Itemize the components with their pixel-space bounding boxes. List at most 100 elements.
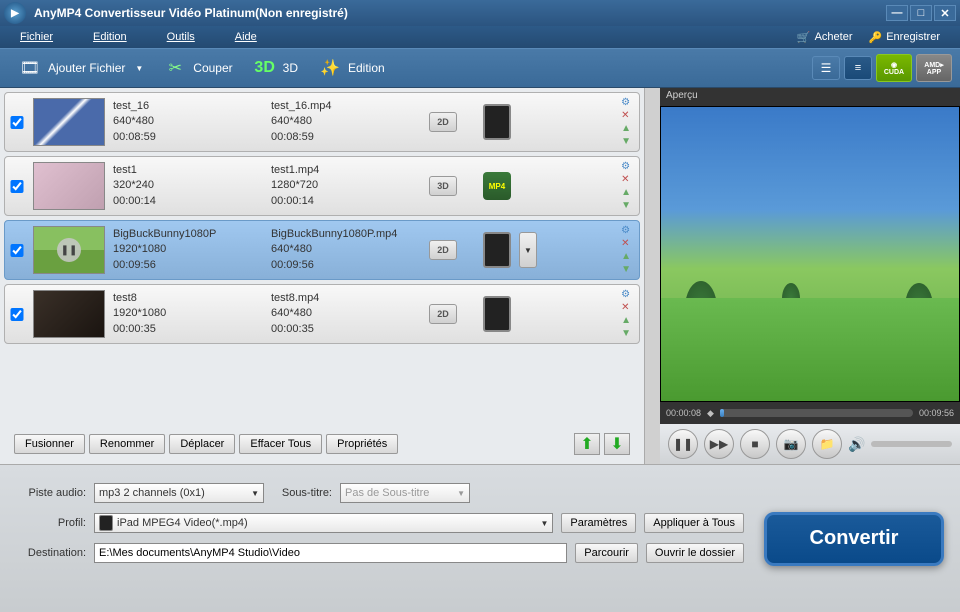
clear-all-button[interactable]: Effacer Tous	[239, 434, 322, 454]
cut-button[interactable]: ✂ Couper	[153, 52, 242, 84]
audio-label: Piste audio:	[16, 487, 86, 499]
row-up-icon[interactable]: ▲	[621, 315, 631, 326]
close-button[interactable]: ✕	[934, 5, 956, 21]
device-dropdown[interactable]: ▼	[519, 232, 537, 268]
3d-button[interactable]: 3D 3D	[243, 52, 308, 84]
delete-icon[interactable]: ✕	[621, 302, 631, 313]
key-icon: 🔑	[869, 31, 883, 44]
apply-all-button[interactable]: Appliquer à Tous	[644, 513, 744, 533]
move-button[interactable]: Déplacer	[169, 434, 235, 454]
preview-controls: ❚❚ ▶▶ ■ 📷 📁 🔊	[660, 424, 960, 464]
browse-button[interactable]: Parcourir	[575, 543, 638, 563]
row-checkbox[interactable]	[9, 308, 25, 321]
convert-button[interactable]: Convertir	[764, 512, 944, 566]
view-list-button[interactable]: ☰	[812, 56, 840, 80]
register-link[interactable]: 🔑Enregistrer	[869, 31, 941, 44]
app-logo-icon: ▶	[4, 2, 26, 24]
minimize-button[interactable]: —	[886, 5, 908, 21]
gear-icon[interactable]: ⚙	[621, 97, 631, 108]
camera-icon: 📷	[784, 437, 799, 451]
dimension-badge[interactable]: 3D	[429, 176, 457, 196]
row-up-icon[interactable]: ▲	[621, 187, 631, 198]
time-total: 00:09:56	[919, 408, 954, 418]
gear-icon[interactable]: ⚙	[621, 161, 631, 172]
volume-icon[interactable]: 🔊	[848, 436, 865, 453]
list-row[interactable]: ❚❚BigBuckBunny1080P1920*108000:09:56BigB…	[4, 220, 640, 280]
row-down-icon[interactable]: ▼	[621, 200, 631, 211]
row-checkbox[interactable]	[9, 180, 25, 193]
profile-select[interactable]: iPad MPEG4 Video(*.mp4)▼	[94, 513, 553, 533]
row-checkbox[interactable]	[9, 244, 25, 257]
list-row[interactable]: test_16640*48000:08:59test_16.mp4640*480…	[4, 92, 640, 152]
delete-icon[interactable]: ✕	[621, 174, 631, 185]
menu-help[interactable]: Aide	[235, 31, 257, 43]
cube-3d-icon: 3D	[253, 56, 277, 80]
properties-button[interactable]: Propriétés	[326, 434, 398, 454]
buy-link[interactable]: 🛒Acheter	[797, 31, 853, 44]
audio-select[interactable]: mp3 2 channels (0x1)▼	[94, 483, 264, 503]
next-button[interactable]: ▶▶	[704, 429, 734, 459]
progress-track[interactable]	[720, 409, 913, 417]
menu-tools[interactable]: Outils	[167, 31, 195, 43]
row-up-icon[interactable]: ▲	[621, 123, 631, 134]
skip-icon: ▶▶	[710, 437, 728, 451]
destination-input[interactable]	[94, 543, 567, 563]
cart-icon: 🛒	[797, 31, 811, 44]
preview-title: Aperçu	[660, 88, 960, 106]
row-down-icon[interactable]: ▼	[621, 264, 631, 275]
detail-icon: ≡	[855, 62, 861, 74]
menu-file[interactable]: Fichier	[20, 31, 53, 43]
titlebar: ▶ AnyMP4 Convertisseur Vidéo Platinum(No…	[0, 0, 960, 26]
row-down-icon[interactable]: ▼	[621, 136, 631, 147]
mp4-3d-icon: MP4	[483, 172, 511, 200]
row-checkbox[interactable]	[9, 116, 25, 129]
film-add-icon: 🎞	[18, 56, 42, 80]
add-file-button[interactable]: 🎞 Ajouter Fichier▼	[8, 52, 153, 84]
source-info: test81920*108000:00:35	[113, 291, 263, 337]
delete-icon[interactable]: ✕	[621, 110, 631, 121]
rename-button[interactable]: Renommer	[89, 434, 165, 454]
row-controls: ⚙ ✕ ▲ ▼	[621, 161, 635, 211]
bottom-panel: Piste audio: mp3 2 channels (0x1)▼ Sous-…	[0, 464, 960, 612]
thumbnail	[33, 162, 105, 210]
pause-button[interactable]: ❚❚	[668, 429, 698, 459]
dimension-badge[interactable]: 2D	[429, 304, 457, 324]
list-footer: Fusionner Renommer Déplacer Effacer Tous…	[4, 428, 640, 460]
delete-icon[interactable]: ✕	[621, 238, 631, 249]
move-down-button[interactable]: ⬇	[604, 433, 630, 455]
settings-button[interactable]: Paramètres	[561, 513, 636, 533]
row-up-icon[interactable]: ▲	[621, 251, 631, 262]
gpu-nvidia-badge[interactable]: ◉CUDA	[876, 54, 912, 82]
dimension-badge[interactable]: 2D	[429, 240, 457, 260]
view-detail-button[interactable]: ≡	[844, 56, 872, 80]
stop-button[interactable]: ■	[740, 429, 770, 459]
dimension-badge[interactable]: 2D	[429, 112, 457, 132]
edit-button[interactable]: ✨ Edition	[308, 52, 395, 84]
maximize-button[interactable]: □	[910, 5, 932, 21]
subtitle-select[interactable]: Pas de Sous-titre▼	[340, 483, 470, 503]
list-row[interactable]: test1320*24000:00:14test1.mp41280*72000:…	[4, 156, 640, 216]
list-row[interactable]: test81920*108000:00:35test8.mp4640*48000…	[4, 284, 640, 344]
preview-video[interactable]	[660, 106, 960, 402]
list-scrollbar[interactable]	[644, 88, 660, 464]
preview-timeline: 00:00:08 ◆ 00:09:56	[660, 402, 960, 424]
row-down-icon[interactable]: ▼	[621, 328, 631, 339]
merge-button[interactable]: Fusionner	[14, 434, 85, 454]
output-info: BigBuckBunny1080P.mp4640*48000:09:56	[271, 227, 421, 273]
menu-edit[interactable]: Edition	[93, 31, 127, 43]
snapshot-button[interactable]: 📷	[776, 429, 806, 459]
gear-icon[interactable]: ⚙	[621, 225, 631, 236]
row-controls: ⚙ ✕ ▲ ▼	[621, 289, 635, 339]
open-dest-button[interactable]: Ouvrir le dossier	[646, 543, 744, 563]
chevron-down-icon: ▼	[251, 489, 259, 498]
list-icon: ☰	[821, 61, 832, 75]
move-up-button[interactable]: ⬆	[574, 433, 600, 455]
gear-icon[interactable]: ⚙	[621, 289, 631, 300]
gpu-amd-badge[interactable]: AMD▸APP	[916, 54, 952, 82]
output-info: test1.mp41280*72000:00:14	[271, 163, 421, 209]
chevron-down-icon: ▼	[540, 519, 548, 528]
volume-slider[interactable]	[871, 441, 952, 447]
playhead-icon[interactable]: ◆	[707, 408, 714, 419]
open-folder-button[interactable]: 📁	[812, 429, 842, 459]
row-controls: ⚙ ✕ ▲ ▼	[621, 97, 635, 147]
